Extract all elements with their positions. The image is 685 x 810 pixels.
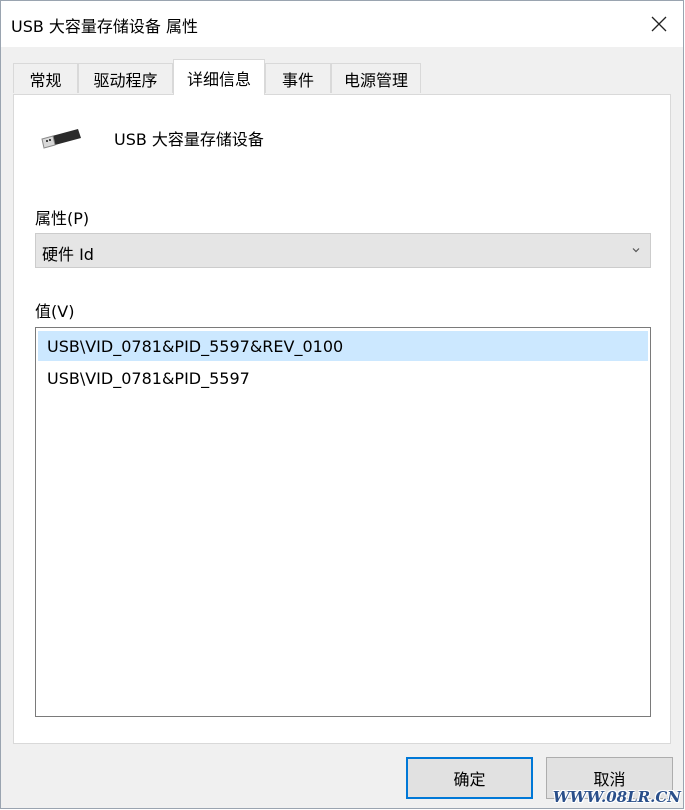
tab-details[interactable]: 详细信息	[173, 59, 265, 95]
close-icon	[651, 16, 667, 32]
list-item[interactable]: USB\VID_0781&PID_5597&REV_0100	[38, 331, 648, 361]
list-item[interactable]: USB\VID_0781&PID_5597	[38, 363, 648, 393]
properties-dialog: USB 大容量存储设备 属性 常规 驱动程序 详细信息 事件 电源管理 USB …	[0, 0, 684, 809]
list-item-text: USB\VID_0781&PID_5597&REV_0100	[47, 336, 344, 356]
device-name: USB 大容量存储设备	[114, 130, 264, 149]
list-item-text: USB\VID_0781&PID_5597	[47, 368, 250, 388]
property-label: 属性(P)	[35, 209, 90, 228]
tab-label: 常规	[29, 70, 62, 90]
tab-label: 详细信息	[186, 69, 251, 89]
window-title: USB 大容量存储设备 属性	[11, 17, 199, 36]
property-dropdown[interactable]: 硬件 Id	[35, 233, 651, 268]
close-button[interactable]	[635, 1, 683, 47]
tab-label: 事件	[281, 70, 314, 90]
watermark: WWW.08LR.CN	[552, 788, 681, 806]
cancel-button-label: 取消	[593, 770, 626, 789]
tab-power-management[interactable]: 电源管理	[331, 63, 421, 93]
title-bar: USB 大容量存储设备 属性	[1, 1, 683, 47]
value-label: 值(V)	[35, 302, 75, 321]
chevron-down-icon	[632, 248, 640, 253]
property-selected-value: 硬件 Id	[42, 245, 94, 264]
tab-driver[interactable]: 驱动程序	[78, 63, 173, 93]
tab-label: 驱动程序	[93, 70, 158, 90]
ok-button-label: 确定	[453, 770, 486, 789]
value-listbox[interactable]: USB\VID_0781&PID_5597&REV_0100 USB\VID_0…	[35, 327, 651, 717]
usb-drive-icon	[41, 129, 81, 149]
tab-general[interactable]: 常规	[13, 63, 78, 93]
details-panel: USB 大容量存储设备 属性(P) 硬件 Id 值(V) USB\VID_078…	[13, 94, 671, 744]
tab-events[interactable]: 事件	[265, 63, 331, 93]
ok-button[interactable]: 确定	[406, 757, 533, 799]
tab-label: 电源管理	[343, 70, 408, 90]
